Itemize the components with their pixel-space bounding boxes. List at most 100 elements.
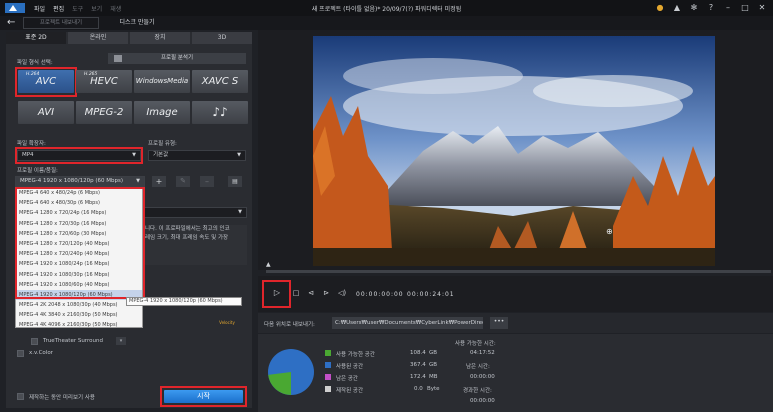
format-windowsmedia-button[interactable]: WindowsMedia <box>134 70 190 93</box>
edit-profile-icon[interactable]: ✎ <box>176 176 190 187</box>
notification-icon[interactable]: ▲ <box>672 3 682 13</box>
export-location-bar: 다음 위치로 내보내기: C:₩Users₩user₩Documents₩Cyb… <box>258 313 773 333</box>
close-icon[interactable]: ✕ <box>757 3 767 13</box>
chevron-down-icon: ▼ <box>136 178 140 184</box>
truetheater-settings-button[interactable]: ▾ <box>116 337 126 345</box>
format-avi-button[interactable]: AVI <box>18 101 74 124</box>
video-preview <box>313 36 715 266</box>
timeline-slider[interactable] <box>266 270 771 273</box>
format-mpeg2-button[interactable]: MPEG-2 <box>76 101 132 124</box>
storage-info-panel: 사용 가능한 공간 108.4 GB 사용된 공간 367.4 GB 남은 공간… <box>258 334 773 412</box>
profile-type-label: 프로필 유형: <box>148 141 177 147</box>
analyzer-icon <box>114 55 122 62</box>
previous-frame-icon[interactable]: ⊲ <box>306 287 316 299</box>
time-left-value: 00:00:00 <box>470 374 495 380</box>
profile-analyzer-button[interactable]: 프로필 분석기 <box>108 53 246 64</box>
preview-checkbox[interactable] <box>17 393 24 400</box>
profile-analyzer-label: 프로필 분석기 <box>160 55 194 61</box>
available-space-unit: GB <box>429 350 438 356</box>
available-space-label: 사용 가능한 공간 <box>336 352 375 358</box>
tab-3d[interactable]: 3D <box>192 32 252 44</box>
tab-create-disc[interactable]: 디스크 만들기 <box>104 17 170 29</box>
landscape-preview-image <box>313 36 715 266</box>
profile-option[interactable]: MPEG-4 4K 4096 x 2160/30p (50 Mbps) <box>16 320 142 330</box>
tab-device[interactable]: 장치 <box>130 32 190 44</box>
back-arrow-icon[interactable]: ← <box>7 17 15 29</box>
profile-value: MPEG-4 1920 x 1080/120p (60 Mbps) <box>20 178 123 184</box>
add-profile-button[interactable]: + <box>152 176 166 187</box>
storage-pie-chart <box>268 349 314 395</box>
used-space-value: 367.4 <box>410 362 426 368</box>
format-hevc-sup: H.265 <box>84 72 98 77</box>
extension-highlight-box <box>15 147 143 164</box>
title-bar: 파일 편집 도구 보기 재생 새 프로젝트 (타이틀 없음)* 20/09/7(… <box>0 0 773 16</box>
delete-profile-button[interactable]: – <box>200 176 214 187</box>
profile-info-icon[interactable]: ▤ <box>228 176 242 187</box>
time-available-label: 사용 가능한 시간: <box>455 341 496 347</box>
help-icon[interactable]: ? <box>706 3 716 13</box>
extension-label: 파일 확장자: <box>17 141 46 147</box>
format-image-button[interactable]: Image <box>134 101 190 124</box>
xvcolor-checkbox[interactable] <box>17 350 24 357</box>
chevron-down-icon: ▼ <box>237 152 241 158</box>
profile-type-value: 기본값 <box>153 152 169 158</box>
truetheater-label: TrueTheater Surround <box>43 338 103 344</box>
remaining-space-label: 남은 공간 <box>336 376 358 382</box>
remaining-space-unit: MB <box>429 374 438 380</box>
format-hevc-button[interactable]: H.265 HEVC <box>76 70 132 93</box>
player-controls <box>258 276 773 312</box>
volume-icon[interactable]: ◁) <box>337 287 347 299</box>
format-xavcs-button[interactable]: XAVC S <box>192 70 248 93</box>
export-location-label: 다음 위치로 내보내기: <box>264 322 315 328</box>
time-elapsed-label: 경과한 시간: <box>463 388 492 394</box>
start-button[interactable]: 시작 <box>164 390 243 403</box>
format-audio-button[interactable]: ♪♪ <box>192 101 248 124</box>
profile-option[interactable]: MPEG-4 4K 3840 x 2160/30p (50 Mbps) <box>16 310 142 320</box>
tab-standard-2d[interactable]: 표준 2D <box>6 32 66 44</box>
chevron-down-icon: ▼ <box>238 209 242 215</box>
start-button-highlight: 시작 <box>160 386 247 407</box>
profile-name-label: 프로필 이름/품질: <box>17 168 58 174</box>
produced-space-label: 제작된 공간 <box>336 388 364 394</box>
account-icon[interactable]: ● <box>655 3 665 13</box>
used-space-unit: GB <box>429 362 438 368</box>
velocity-logo: Velocity <box>219 320 235 325</box>
play-icon[interactable]: ▷ <box>272 287 282 299</box>
legend-remaining-swatch <box>325 374 331 380</box>
preview-while-producing-label: 제작하는 동안 미리보기 사용 <box>29 395 95 401</box>
minimize-icon[interactable]: – <box>723 3 733 13</box>
truetheater-checkbox[interactable] <box>31 338 38 345</box>
profile-option[interactable]: MPEG-4 2K 2048 x 1080/30p (40 Mbps) <box>16 300 142 310</box>
profile-dropdown[interactable]: MPEG-4 1920 x 1080/120p (60 Mbps) ▼ <box>15 176 145 187</box>
crosshair-marker-icon: ⊕ <box>606 227 613 236</box>
next-frame-icon[interactable]: ⊳ <box>321 287 331 299</box>
avc-highlight-box <box>15 67 77 97</box>
window-controls: ● ▲ ✻ ? – □ ✕ <box>655 3 767 13</box>
total-timecode: 00:00:24:01 <box>407 291 455 298</box>
export-path-field[interactable]: C:₩Users₩user₩Documents₩CyberLink₩PowerD… <box>332 317 483 329</box>
stop-icon[interactable]: □ <box>291 287 301 299</box>
profile-tooltip: MPEG-4 1920 x 1080/120p (60 Mbps) <box>126 297 242 306</box>
profile-description: 니다. 이 프로파일에서는 최고의 인코 레임 크기, 최대 프레임 속도 및 … <box>143 225 247 265</box>
format-label: 파일 형식 선택: <box>17 60 53 66</box>
settings-gear-icon[interactable]: ✻ <box>689 3 699 13</box>
legend-used-swatch <box>325 362 331 368</box>
tab-online[interactable]: 온라인 <box>68 32 128 44</box>
tab-produce[interactable]: 프로젝트 내보내기 <box>23 17 99 29</box>
time-elapsed-value: 00:00:00 <box>470 398 495 404</box>
remaining-space-value: 172.4 <box>410 374 426 380</box>
legend-produced-swatch <box>325 386 331 392</box>
used-space-label: 사용된 공간 <box>336 364 364 370</box>
time-left-label: 남은 시간: <box>466 364 490 370</box>
secondary-dropdown[interactable]: ▼ <box>143 207 247 218</box>
playhead-icon[interactable]: ▲ <box>266 262 272 268</box>
profile-type-dropdown[interactable]: 기본값 ▼ <box>148 150 246 161</box>
maximize-icon[interactable]: □ <box>740 3 750 13</box>
pie-available-slice <box>268 372 291 395</box>
produced-space-value: 0.0 <box>414 386 423 392</box>
produce-tabs: 표준 2D 온라인 장치 3D <box>6 32 252 44</box>
legend-available-swatch <box>325 350 331 356</box>
profile-list-highlight-box <box>15 187 145 299</box>
available-space-value: 108.4 <box>410 350 426 356</box>
browse-button[interactable]: ••• <box>490 317 508 329</box>
